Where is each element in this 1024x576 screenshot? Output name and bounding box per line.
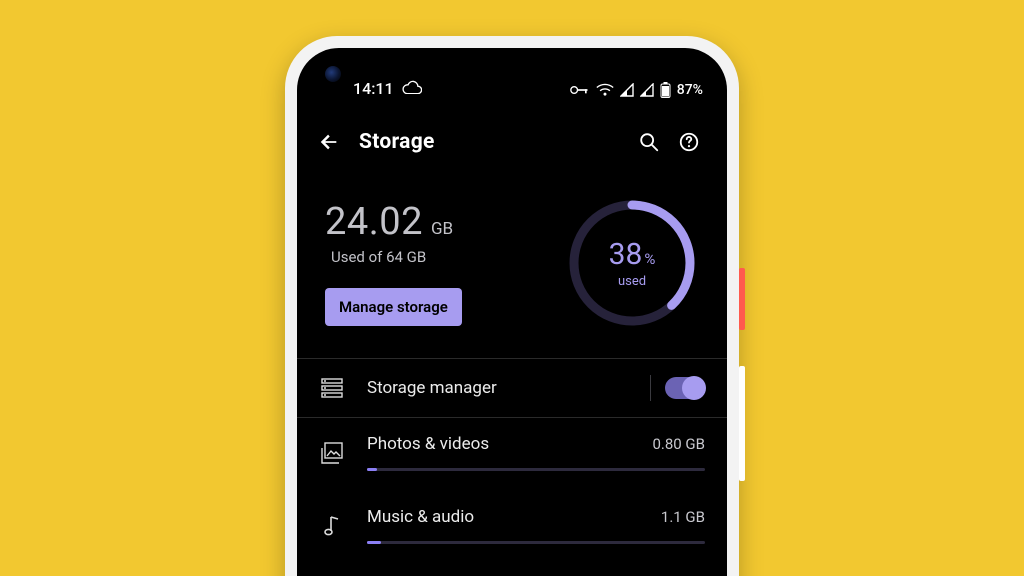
used-amount: 24.02	[325, 200, 423, 244]
row-label: Photos & videos	[367, 434, 489, 454]
help-button[interactable]	[669, 131, 709, 153]
vpn-key-icon	[570, 84, 590, 96]
usage-bar	[367, 541, 705, 544]
page-title: Storage	[359, 130, 629, 154]
content-area: 24.02 GB Used of 64 GB Manage storage	[297, 178, 727, 576]
storage-summary: 24.02 GB Used of 64 GB Manage storage	[297, 178, 727, 358]
row-value: 0.80 GB	[652, 435, 705, 453]
volume-button	[739, 366, 745, 481]
image-icon	[319, 442, 345, 464]
storage-manager-toggle[interactable]	[665, 377, 705, 399]
storage-manager-icon	[319, 378, 345, 398]
row-storage-manager[interactable]: Storage manager	[297, 359, 727, 417]
music-note-icon	[319, 515, 345, 537]
usage-bar	[367, 468, 705, 471]
used-subtitle: Used of 64 GB	[331, 248, 462, 266]
wifi-icon	[596, 83, 614, 97]
back-button[interactable]	[315, 131, 343, 153]
manage-storage-button[interactable]: Manage storage	[325, 288, 462, 326]
ring-percent-value: 38	[609, 237, 643, 272]
search-button[interactable]	[629, 131, 669, 153]
cloud-backup-icon	[402, 79, 422, 98]
row-label: Music & audio	[367, 507, 474, 527]
toggle-divider	[650, 375, 651, 401]
row-label: Storage manager	[367, 378, 497, 398]
app-bar: Storage	[297, 118, 727, 166]
ring-percent-symbol: %	[644, 250, 655, 268]
row-photos-videos[interactable]: Photos & videos 0.80 GB	[297, 418, 727, 485]
battery-percent: 87%	[677, 82, 703, 98]
row-value: 1.1 GB	[661, 508, 705, 526]
status-time: 14:11	[353, 79, 394, 98]
signal-2-icon	[640, 83, 654, 97]
ring-sub-label: used	[618, 274, 646, 289]
status-bar: 14:11	[297, 48, 727, 102]
battery-icon	[660, 82, 671, 98]
screen: 14:11	[297, 48, 727, 576]
row-music-audio[interactable]: Music & audio 1.1 GB	[297, 485, 727, 546]
power-button	[739, 268, 745, 330]
phone-frame: 14:11	[285, 36, 739, 576]
usage-ring: 38 % used	[565, 196, 699, 330]
signal-1-icon	[620, 83, 634, 97]
used-unit: GB	[431, 219, 453, 239]
